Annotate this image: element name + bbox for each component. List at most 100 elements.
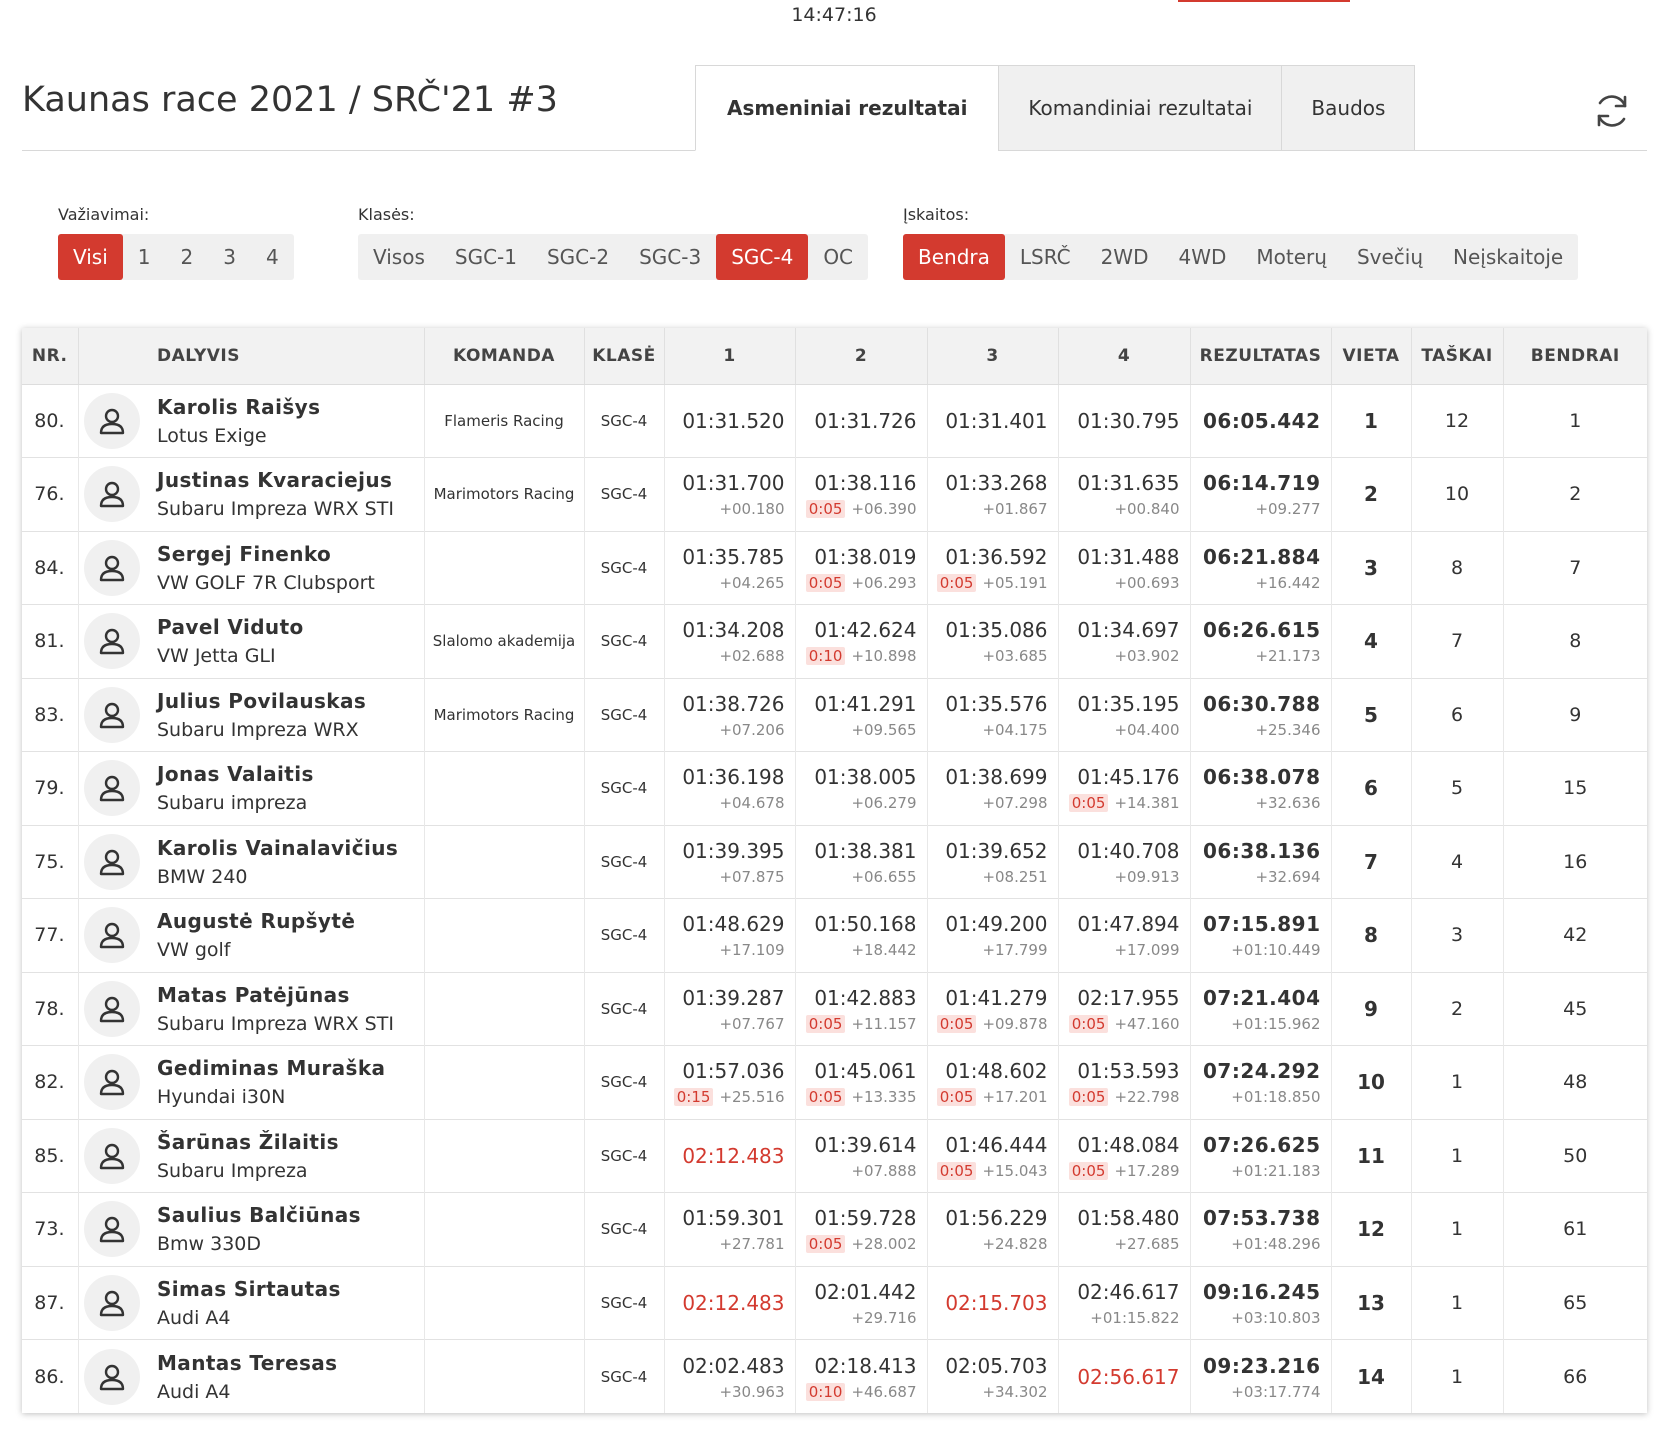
standings-filter-option[interactable]: LSRČ: [1005, 234, 1086, 280]
run-diff: +09.565: [851, 720, 917, 739]
tab-penalties[interactable]: Baudos: [1281, 65, 1416, 151]
runs-filter-option[interactable]: Visi: [58, 234, 123, 280]
result-cell: 06:30.788 +25.346: [1190, 678, 1332, 752]
participant-name[interactable]: Saulius Balčiūnas: [157, 1203, 424, 1227]
table-row[interactable]: 87. Simas Sirtautas Audi A4 SGC-4 02:12.483 0…: [22, 1266, 1647, 1340]
table-row[interactable]: 82. Gediminas Muraška Hyundai i30N SGC-4 01:…: [22, 1045, 1647, 1119]
run-time-cell: 01:35.086 +03.685: [927, 604, 1059, 678]
table-row[interactable]: 83. Julius Povilauskas Subaru Impreza WRX M…: [22, 678, 1647, 752]
table-row[interactable]: 81. Pavel Viduto VW Jetta GLI Slalomo akade…: [22, 604, 1647, 678]
runs-filter-option[interactable]: 4: [251, 234, 294, 280]
standings-filter-option[interactable]: 2WD: [1086, 234, 1164, 280]
col-header-points[interactable]: TAŠKAI: [1411, 328, 1504, 385]
participant-name[interactable]: Julius Povilauskas: [157, 689, 424, 713]
table-row[interactable]: 80. Karolis Raišys Lotus Exige Flameris Rac…: [22, 384, 1647, 458]
table-row[interactable]: 84. Sergej Finenko VW GOLF 7R Clubsport SGC…: [22, 531, 1647, 605]
participant-name[interactable]: Gediminas Muraška: [157, 1056, 424, 1080]
tab-individual-results[interactable]: Asmeniniai rezultatai: [695, 65, 1000, 151]
run-sub-line: +02.688: [665, 647, 784, 665]
penalty-badge: 0:05: [936, 1014, 977, 1033]
col-header-class[interactable]: KLASĖ: [584, 328, 665, 385]
run-sub-line: +01.867: [928, 500, 1047, 518]
run-time: 01:47.894: [1077, 912, 1180, 937]
class-filter-option[interactable]: Visos: [358, 234, 440, 280]
standings-filter-option[interactable]: Neįskaitoje: [1438, 234, 1578, 280]
refresh-icon[interactable]: [1592, 91, 1632, 131]
runs-filter-option[interactable]: 3: [208, 234, 251, 280]
runs-filter-option[interactable]: 2: [166, 234, 209, 280]
col-header-run-2[interactable]: 2: [795, 328, 928, 385]
col-header-participant[interactable]: DALYVIS: [145, 328, 425, 385]
participant-car: Audi A4: [157, 1306, 231, 1329]
standings-filter-option[interactable]: 4WD: [1163, 234, 1241, 280]
col-header-nr[interactable]: NR.: [22, 328, 79, 385]
result-diff: +01:48.296: [1231, 1235, 1321, 1254]
team-name: [424, 1119, 585, 1193]
col-header-run-4[interactable]: 4: [1058, 328, 1191, 385]
run-time-cell: 01:35.785 +04.265: [664, 531, 796, 605]
user-icon: [83, 1127, 140, 1184]
run-time: 01:33.268: [945, 471, 1048, 496]
result-cell: 07:21.404 +01:15.962: [1190, 972, 1332, 1046]
class-filter-option[interactable]: SGC-1: [440, 234, 532, 280]
row-number: 78.: [22, 972, 79, 1046]
penalty-badge: 0:05: [1068, 794, 1109, 813]
table-row[interactable]: 75. Karolis Vainalavičius BMW 240 SGC-4 01:3…: [22, 825, 1647, 899]
table-row[interactable]: 78. Matas Patėjūnas Subaru Impreza WRX STI…: [22, 972, 1647, 1046]
tab-team-results[interactable]: Komandiniai rezultatai: [998, 65, 1283, 151]
table-row[interactable]: 76. Justinas Kvaraciejus Subaru Impreza WR…: [22, 457, 1647, 531]
run-time-cell: 01:39.395 +07.875: [664, 825, 796, 899]
run-diff: +04.265: [719, 573, 785, 592]
team-name: [424, 751, 585, 825]
col-header-overall[interactable]: BENDRAI: [1503, 328, 1647, 385]
table-row[interactable]: 86. Mantas Teresas Audi A4 SGC-4 02:02.483 +3…: [22, 1339, 1647, 1413]
penalty-badge: 0:05: [805, 1088, 846, 1107]
class-filter-option[interactable]: SGC-4: [716, 234, 809, 280]
class-filter-option[interactable]: SGC-2: [532, 234, 624, 280]
run-time: 01:53.593: [1077, 1059, 1180, 1084]
table-row[interactable]: 85. Šarūnas Žilaitis Subaru Impreza SGC-4 02…: [22, 1119, 1647, 1193]
participant-name[interactable]: Šarūnas Žilaitis: [157, 1130, 424, 1154]
run-time-cell: 02:12.483: [664, 1266, 796, 1340]
run-time: 02:56.617: [1077, 1364, 1180, 1389]
run-diff: +17.799: [982, 941, 1048, 960]
result-time: 06:26.615: [1202, 618, 1321, 643]
run-time-cell: 01:39.614 +07.888: [795, 1119, 928, 1193]
table-row[interactable]: 73. Saulius Balčiūnas Bmw 330D SGC-4 01:59.3…: [22, 1192, 1647, 1266]
standings-filter-option[interactable]: Bendra: [903, 234, 1005, 280]
participant-name[interactable]: Jonas Valaitis: [157, 762, 424, 786]
run-time-cell: 01:36.592 0:05 +05.191: [927, 531, 1059, 605]
table-row[interactable]: 77. Augustė Rupšytė VW golf SGC-4 01:48.629 +…: [22, 898, 1647, 972]
participant-name[interactable]: Pavel Viduto: [157, 615, 424, 639]
col-header-team[interactable]: KOMANDA: [424, 328, 585, 385]
participant-name[interactable]: Mantas Teresas: [157, 1351, 424, 1375]
runs-filter-option[interactable]: 1: [123, 234, 166, 280]
run-time-cell: 02:17.955 0:05 +47.160: [1058, 972, 1191, 1046]
class-filter-option[interactable]: OC: [808, 234, 868, 280]
row-number: 85.: [22, 1119, 79, 1193]
participant-name[interactable]: Karolis Vainalavičius: [157, 836, 424, 860]
participant-name[interactable]: Sergej Finenko: [157, 542, 424, 566]
run-sub-line: +07.875: [665, 867, 785, 886]
table-row[interactable]: 79. Jonas Valaitis Subaru impreza SGC-4 01:3…: [22, 751, 1647, 825]
row-number: 86.: [22, 1339, 79, 1413]
col-header-run-3[interactable]: 3: [927, 328, 1059, 385]
standings-filter-option[interactable]: Moterų: [1241, 234, 1342, 280]
run-time-cell: 01:35.195 +04.400: [1058, 678, 1191, 752]
standings-filter-option[interactable]: Svečių: [1342, 234, 1438, 280]
run-sub-line: +18.442: [796, 941, 916, 959]
col-header-result[interactable]: REZULTATAS: [1190, 328, 1332, 385]
participant-name[interactable]: Augustė Rupšytė: [157, 909, 424, 933]
class-filter-option[interactable]: SGC-3: [624, 234, 716, 280]
run-diff: +07.875: [719, 867, 785, 886]
participant-name[interactable]: Simas Sirtautas: [157, 1277, 424, 1301]
col-header-run-1[interactable]: 1: [664, 328, 796, 385]
participant-name[interactable]: Justinas Kvaraciejus: [157, 468, 424, 492]
run-time: 01:36.198: [682, 765, 785, 790]
participant-name[interactable]: Matas Patėjūnas: [157, 983, 424, 1007]
col-header-place[interactable]: VIETA: [1331, 328, 1412, 385]
run-time-cell: 01:48.629 +17.109: [664, 898, 796, 972]
participant-name[interactable]: Karolis Raišys: [157, 395, 424, 419]
result-cell: 06:38.136 +32.694: [1190, 825, 1332, 899]
run-time-cell: 02:46.617 +01:15.822: [1058, 1266, 1191, 1340]
